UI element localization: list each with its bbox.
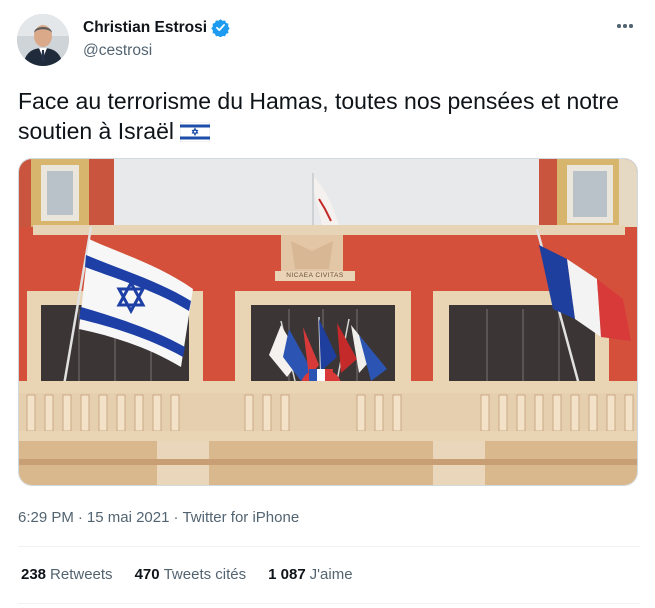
tweet-stats: 238 Retweets 470 Tweets cités 1 087 J'aime [21, 566, 375, 583]
building-inscription: NICAEA CIVITAS [286, 272, 344, 279]
likes-count: 1 087 [268, 566, 306, 583]
verified-badge-icon [211, 18, 230, 38]
tweet-photo[interactable]: NICAEA CIVITAS [18, 158, 638, 486]
meta-separator: · [77, 509, 83, 526]
tweet-body: Face au terrorisme du Hamas, toutes nos … [18, 88, 619, 144]
avatar-image [17, 14, 69, 66]
likes-label: J'aime [309, 566, 353, 583]
likes-stat[interactable]: 1 087 J'aime [268, 566, 352, 583]
tweet-text: Face au terrorisme du Hamas, toutes nos … [18, 86, 638, 149]
retweets-count: 238 [21, 566, 47, 583]
divider [18, 603, 640, 604]
quote-tweets-count: 470 [134, 566, 160, 583]
photo-town-hall-balcony [19, 159, 637, 485]
tweet-date[interactable]: 15 mai 2021 [87, 509, 170, 526]
israel-flag-emoji-icon [179, 119, 211, 149]
author-handle[interactable]: @cestrosi [83, 42, 152, 60]
retweets-label: Retweets [50, 566, 113, 583]
tweet-source[interactable]: Twitter for iPhone [182, 509, 299, 526]
tweet-meta: 6:29 PM · 15 mai 2021 · Twitter for iPho… [18, 509, 299, 526]
more-dots-icon[interactable] [613, 16, 637, 36]
quote-tweets-stat[interactable]: 470 Tweets cités [135, 566, 247, 583]
quote-tweets-label: Tweets cités [163, 566, 247, 583]
avatar[interactable] [17, 14, 69, 66]
tweet-card: Christian Estrosi @cestrosi Face au terr… [0, 0, 655, 608]
retweets-stat[interactable]: 238 Retweets [21, 566, 113, 583]
author-display-name[interactable]: Christian Estrosi [83, 19, 207, 37]
author-name-row: Christian Estrosi [83, 18, 230, 38]
tweet-time[interactable]: 6:29 PM [18, 509, 74, 526]
divider [18, 546, 640, 547]
meta-separator: · [173, 509, 179, 526]
